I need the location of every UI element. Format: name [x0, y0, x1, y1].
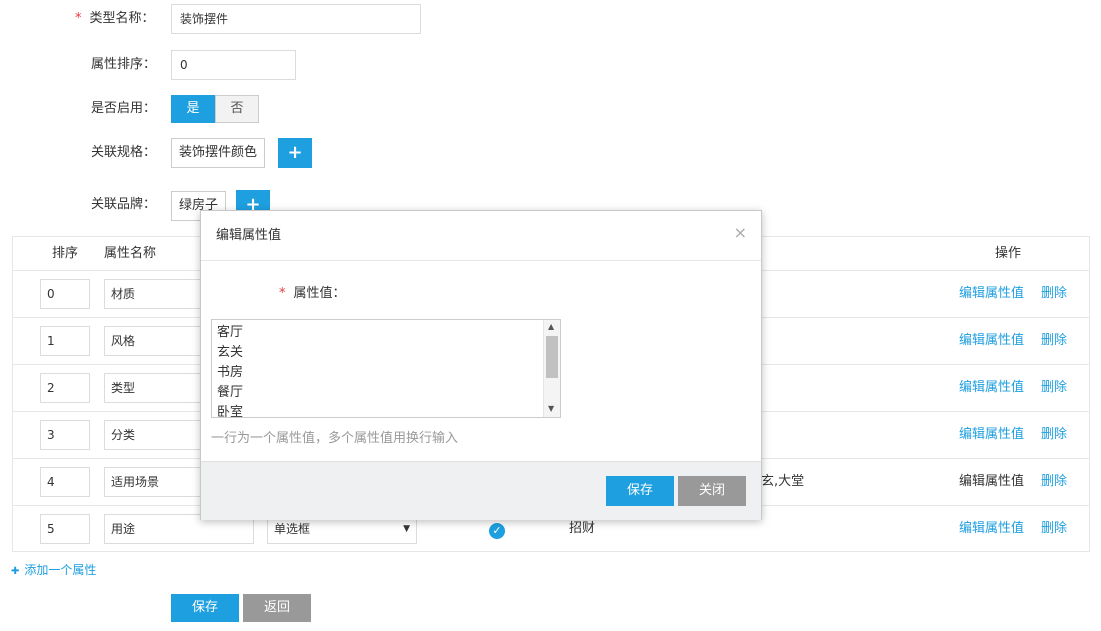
delete-link[interactable]: 删除: [1041, 472, 1067, 492]
row-sort-input[interactable]: 5: [40, 514, 90, 544]
row-sort-input[interactable]: 0: [40, 279, 90, 309]
header-sort: 排序: [52, 246, 79, 261]
values-textarea[interactable]: 客厅 玄关 书房 餐厅 卧室 ▲ ▼: [211, 319, 561, 418]
back-button[interactable]: 返回: [243, 594, 311, 622]
values-field-label: * 属性值：: [279, 286, 346, 301]
delete-link[interactable]: 删除: [1041, 519, 1067, 539]
enabled-label: 是否启用：: [91, 101, 157, 116]
enabled-yes-button[interactable]: 是: [171, 95, 215, 123]
row-sort-input[interactable]: 2: [40, 373, 90, 403]
row-values-text: 招财: [569, 521, 596, 536]
modal-footer: 保存 关闭: [201, 461, 761, 520]
brand-label: 关联品牌：: [91, 197, 157, 212]
edit-values-link[interactable]: 编辑属性值: [959, 425, 1024, 445]
sort-label: 属性排序：: [91, 57, 157, 72]
row-values-text: 玄,大堂: [761, 474, 805, 489]
modal-header: 编辑属性值 ×: [201, 211, 761, 261]
scroll-thumb[interactable]: [546, 336, 558, 378]
plus-icon: ✚: [11, 566, 20, 577]
check-circle-icon[interactable]: ✓: [489, 523, 505, 539]
delete-link[interactable]: 删除: [1041, 425, 1067, 445]
modal-save-button[interactable]: 保存: [606, 476, 674, 506]
delete-link[interactable]: 删除: [1041, 378, 1067, 398]
scroll-up-icon[interactable]: ▲: [548, 322, 554, 331]
scroll-down-icon[interactable]: ▼: [548, 404, 554, 413]
edit-values-link[interactable]: 编辑属性值: [959, 284, 1024, 304]
type-name-label: * 类型名称：: [75, 11, 155, 26]
sort-input[interactable]: 0: [171, 50, 296, 80]
edit-values-modal: 编辑属性值 × * 属性值： 客厅 玄关 书房 餐厅 卧室 ▲ ▼ 一行为一个属性…: [200, 210, 762, 520]
values-lines: 客厅 玄关 书房 餐厅 卧室: [217, 325, 244, 418]
required-mark: *: [75, 11, 82, 26]
row-sort-input[interactable]: 4: [40, 467, 90, 497]
row-type-value: 单选框: [274, 522, 311, 536]
edit-values-link[interactable]: 编辑属性值: [959, 472, 1024, 492]
row-sort-input[interactable]: 3: [40, 420, 90, 450]
spec-tag[interactable]: 装饰摆件颜色: [171, 138, 266, 168]
edit-values-link[interactable]: 编辑属性值: [959, 331, 1024, 351]
type-name-input[interactable]: 装饰摆件: [171, 4, 421, 34]
delete-link[interactable]: 删除: [1041, 284, 1067, 304]
save-button[interactable]: 保存: [171, 594, 239, 622]
header-action: 操作: [995, 246, 1022, 261]
modal-close-button[interactable]: 关闭: [678, 476, 746, 506]
add-attribute-link[interactable]: ✚ 添加一个属性: [11, 561, 96, 581]
edit-values-link[interactable]: 编辑属性值: [959, 378, 1024, 398]
edit-values-link[interactable]: 编辑属性值: [959, 519, 1024, 539]
header-name: 属性名称: [104, 246, 157, 261]
textarea-scrollbar[interactable]: ▲ ▼: [543, 320, 560, 417]
modal-title: 编辑属性值: [216, 228, 282, 243]
close-icon[interactable]: ×: [734, 223, 747, 243]
enabled-no-button[interactable]: 否: [215, 95, 259, 123]
spec-label: 关联规格：: [91, 145, 157, 160]
row-sort-input[interactable]: 1: [40, 326, 90, 356]
values-hint: 一行为一个属性值，多个属性值用换行输入: [211, 431, 459, 446]
add-spec-button[interactable]: +: [278, 138, 312, 168]
delete-link[interactable]: 删除: [1041, 331, 1067, 351]
